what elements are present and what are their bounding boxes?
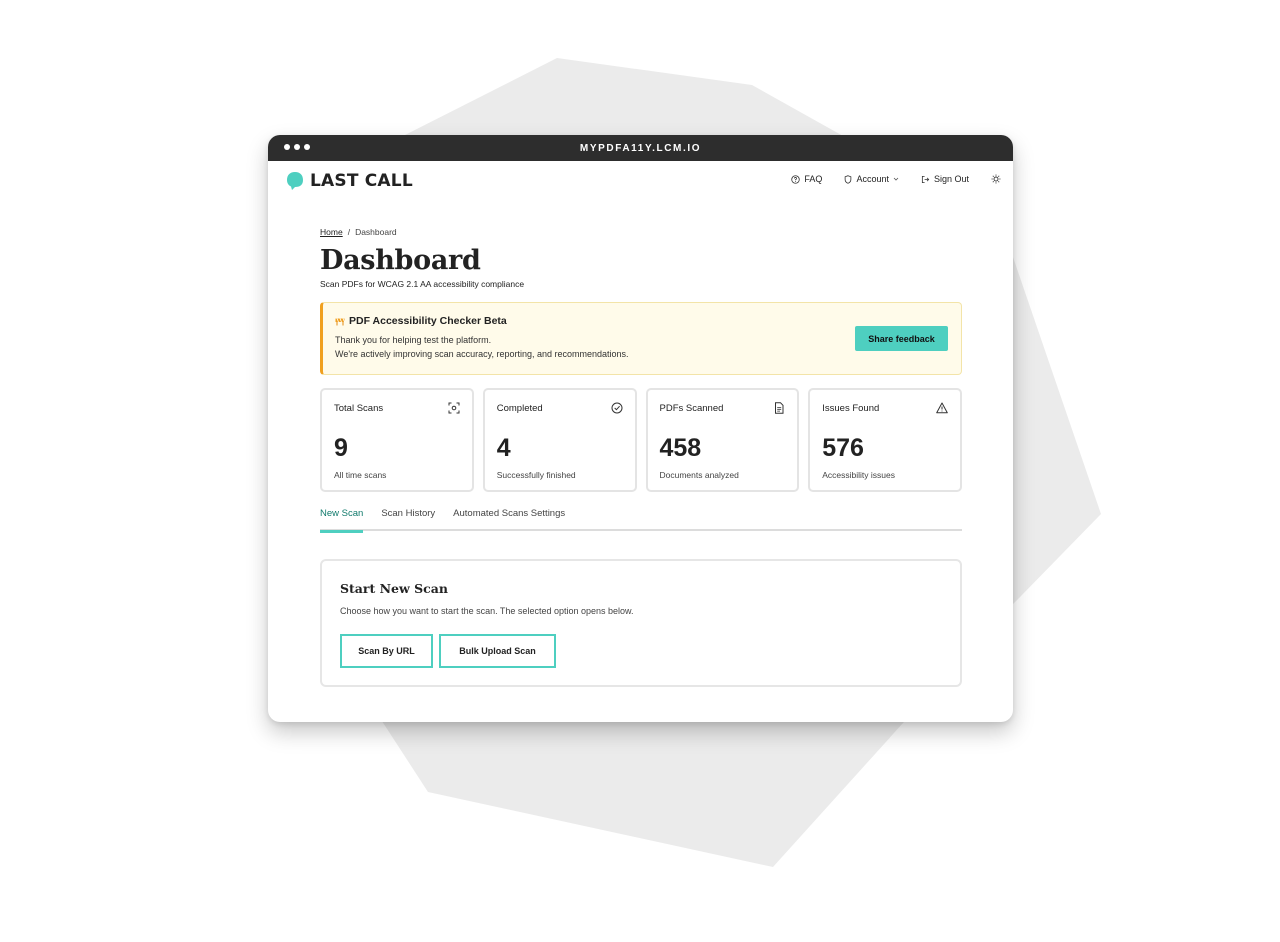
browser-titlebar: MYPDFA11Y.LCM.IO bbox=[268, 135, 1013, 161]
stat-label: Total Scans bbox=[334, 403, 384, 414]
page-title: Dashboard bbox=[320, 245, 481, 276]
tab-automated-scans-settings[interactable]: Automated Scans Settings bbox=[453, 506, 565, 531]
tab-scan-history[interactable]: Scan History bbox=[381, 506, 435, 531]
new-scan-description: Choose how you want to start the scan. T… bbox=[340, 606, 634, 616]
banner-text-line-1: Thank you for helping test the platform. bbox=[335, 335, 492, 345]
stat-card-pdfs-scanned: PDFs Scanned 458 Documents analyzed bbox=[645, 388, 800, 492]
chevron-down-icon bbox=[893, 177, 899, 181]
check-circle-icon bbox=[611, 402, 622, 414]
sun-icon bbox=[991, 174, 1001, 184]
stats-row: Total Scans 9 All time scans Completed 4… bbox=[320, 388, 962, 492]
scan-icon bbox=[448, 402, 460, 414]
tab-new-scan[interactable]: New Scan bbox=[320, 506, 364, 533]
theme-toggle[interactable] bbox=[991, 174, 1001, 184]
window-controls bbox=[284, 144, 310, 150]
breadcrumb: Home / Dashboard bbox=[320, 227, 962, 237]
share-feedback-button[interactable]: Share feedback bbox=[855, 326, 948, 351]
stat-caption: Accessibility issues bbox=[822, 470, 895, 480]
stat-label: PDFs Scanned bbox=[659, 403, 724, 414]
stat-card-total-scans: Total Scans 9 All time scans bbox=[320, 388, 474, 492]
window-dot bbox=[294, 144, 300, 150]
nav-sign-out-label: Sign Out bbox=[933, 174, 969, 184]
main-content: Home / Dashboard Dashboard Scan PDFs for… bbox=[320, 227, 962, 687]
stat-value: 4 bbox=[496, 434, 511, 462]
document-icon bbox=[775, 402, 784, 414]
warning-icon bbox=[936, 402, 948, 414]
new-scan-title: Start New Scan bbox=[340, 581, 448, 596]
stat-value: 576 bbox=[822, 434, 864, 462]
nav-faq[interactable]: FAQ bbox=[791, 174, 822, 184]
logo[interactable]: LAST CALL bbox=[286, 171, 413, 191]
speech-bubble-icon bbox=[287, 172, 303, 190]
breadcrumb-home-link[interactable]: Home bbox=[320, 227, 343, 237]
stat-value: 458 bbox=[659, 434, 702, 462]
stat-caption: All time scans bbox=[334, 470, 387, 480]
scan-tabs: New Scan Scan History Automated Scans Se… bbox=[320, 506, 962, 533]
banner-title: PDF Accessibility Checker Beta bbox=[349, 315, 507, 327]
banner-text-line-2: We're actively improving scan accuracy, … bbox=[335, 349, 629, 359]
sign-out-icon bbox=[921, 175, 930, 183]
browser-url: MYPDFA11Y.LCM.IO bbox=[579, 142, 702, 154]
window-dot bbox=[304, 144, 310, 150]
question-circle-icon bbox=[791, 174, 801, 184]
scan-by-url-button[interactable]: Scan By URL bbox=[340, 634, 433, 668]
app-header: LAST CALL FAQ Account Sign Out bbox=[268, 161, 1013, 201]
page-subtitle: Scan PDFs for WCAG 2.1 AA accessibility … bbox=[320, 279, 525, 289]
shield-icon bbox=[845, 174, 852, 184]
stat-value: 9 bbox=[334, 434, 348, 462]
top-nav: FAQ Account Sign Out bbox=[791, 174, 1001, 184]
window-dot bbox=[284, 144, 290, 150]
breadcrumb-separator: / bbox=[347, 227, 351, 237]
breadcrumb-current: Dashboard bbox=[355, 227, 397, 237]
stat-label: Issues Found bbox=[822, 403, 880, 414]
stat-caption: Documents analyzed bbox=[659, 470, 739, 480]
nav-account-label: Account bbox=[856, 174, 889, 184]
construction-icon bbox=[335, 317, 345, 325]
stat-label: Completed bbox=[496, 403, 543, 414]
stat-caption: Successfully finished bbox=[496, 470, 576, 480]
bulk-upload-scan-button[interactable]: Bulk Upload Scan bbox=[439, 634, 556, 668]
browser-window: MYPDFA11Y.LCM.IO LAST CALL FAQ Account S… bbox=[268, 135, 1013, 722]
stat-card-completed: Completed 4 Successfully finished bbox=[482, 388, 637, 492]
stat-card-issues-found: Issues Found 576 Accessibility issues bbox=[808, 388, 962, 492]
beta-banner: PDF Accessibility Checker Beta Thank you… bbox=[320, 302, 962, 375]
nav-faq-label: FAQ bbox=[804, 174, 823, 184]
nav-account[interactable]: Account bbox=[844, 174, 899, 184]
nav-sign-out[interactable]: Sign Out bbox=[921, 174, 969, 184]
banner-title-row: PDF Accessibility Checker Beta bbox=[335, 315, 507, 327]
brand-name: LAST CALL bbox=[310, 171, 413, 191]
new-scan-card: Start New Scan Choose how you want to st… bbox=[320, 559, 962, 687]
